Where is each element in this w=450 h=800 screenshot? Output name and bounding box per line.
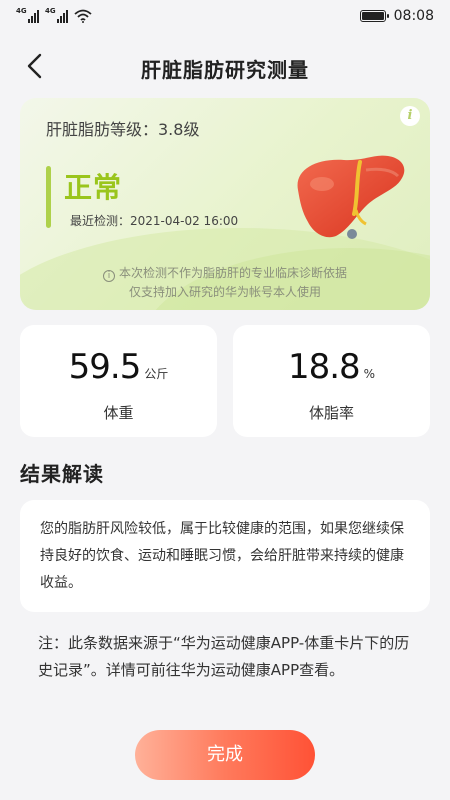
- result-card: 肝脏脂肪等级：3.8级 i 正常 最近检测：2021-04-02 16:00 i…: [20, 98, 430, 310]
- interpretation-card: 您的脂肪肝风险较低，属于比较健康的范围，如果您继续保持良好的饮食、运动和睡眠习惯…: [20, 500, 430, 612]
- body-fat-label: 体脂率: [308, 404, 354, 422]
- interpretation-title: 结果解读: [20, 462, 104, 486]
- interpretation-text: 您的脂肪肝风险较低，属于比较健康的范围，如果您继续保持良好的饮食、运动和睡眠习惯…: [40, 521, 404, 591]
- disclaimer-text: 本次检测不作为脂肪肝的专业临床诊断依据: [118, 266, 347, 280]
- status-bar: 4G 4G 08:08: [0, 0, 450, 32]
- body-fat-unit: %: [363, 367, 376, 381]
- weight-card[interactable]: 59.5 公斤 体重: [20, 325, 217, 437]
- signal-icon: 4G: [45, 7, 68, 23]
- disclaimer-line: i 本次检测不作为脂肪肝的专业临床诊断依据: [20, 264, 430, 283]
- status-right: 08:08: [359, 8, 434, 24]
- weight-value: 59.5: [68, 347, 142, 387]
- weight-unit: 公斤: [144, 367, 169, 381]
- done-button[interactable]: 完成: [135, 730, 315, 780]
- status-left: 4G 4G: [16, 7, 92, 23]
- level-status: 正常: [64, 171, 123, 204]
- signal-tag: 4G: [16, 7, 27, 15]
- signal-tag: 4G: [45, 7, 56, 15]
- data-source-note: 注：此条数据来源于“华为运动健康APP-体重卡片下的历史记录”。详情可前往华为运…: [38, 634, 410, 679]
- page-title: 肝脏脂肪研究测量: [141, 58, 309, 82]
- body-fat-card[interactable]: 18.8% 体脂率: [233, 325, 430, 437]
- signal-icon: 4G: [16, 7, 39, 23]
- clock: 08:08: [393, 8, 434, 24]
- battery-icon: [359, 10, 389, 22]
- last-check-time: 最近检测：2021-04-02 16:00: [70, 214, 239, 228]
- info-icon[interactable]: i: [400, 106, 420, 126]
- body-fat-value-row: 18.8%: [233, 347, 430, 387]
- body-fat-value: 18.8: [287, 347, 361, 387]
- disclaimer: i 本次检测不作为脂肪肝的专业临床诊断依据 仅支持加入研究的华为帐号本人使用: [20, 264, 430, 302]
- weight-value-row: 59.5 公斤: [20, 347, 217, 387]
- weight-label: 体重: [103, 404, 134, 422]
- level-indicator-bar: [46, 166, 51, 228]
- wifi-icon: [74, 9, 92, 23]
- header: 肝脏脂肪研究测量: [0, 44, 450, 88]
- disclaimer-line: 仅支持加入研究的华为帐号本人使用: [128, 285, 321, 299]
- info-circle-icon: i: [102, 270, 115, 282]
- liver-icon: [297, 155, 405, 239]
- fat-grade-label: 肝脏脂肪等级：3.8级: [46, 120, 200, 139]
